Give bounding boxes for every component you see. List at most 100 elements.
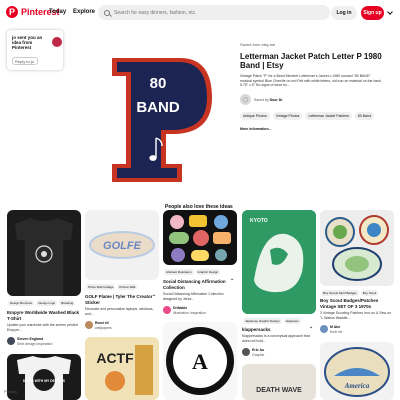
tag-chip[interactable]: Abstract Illustration — [164, 269, 194, 275]
pin-card: KYOTO Japanese Graphic Design Japanese ⌄… — [242, 210, 316, 400]
tag-chip[interactable]: Photo Wall Collage — [86, 284, 116, 290]
avatar[interactable] — [320, 325, 328, 333]
golf-sticker-image: GOLFE — [89, 231, 155, 259]
tag-chip[interactable]: Boy Scouts Merit Badges — [321, 290, 359, 296]
privacy-link[interactable]: Privacy — [4, 389, 17, 394]
patch-letter-p-image: 80 BAND — [112, 58, 212, 182]
nav-explore[interactable]: Explore — [73, 9, 95, 15]
pin-image[interactable] — [163, 210, 237, 265]
patch-line2: BAND — [136, 99, 179, 116]
tag-chip[interactable]: Boy Scout — [360, 290, 379, 296]
kyoto-poster-image: KYOTO — [242, 210, 316, 314]
pin-title[interactable]: GOLF Flame | Tyler The Creator Sticker — [85, 294, 155, 305]
pin-description: Vintage Patch "P" for a Band Member Lett… — [240, 74, 382, 87]
pin-image[interactable]: GOLFE — [85, 210, 159, 280]
signup-button[interactable]: Sign up — [361, 6, 384, 20]
reply-button[interactable]: Reply to jo — [12, 57, 38, 65]
author-board: Graphic — [252, 353, 265, 357]
author-name[interactable]: Eric Au — [252, 348, 264, 352]
america-patch-image: America — [324, 347, 390, 397]
ace-card-patch-image: A — [166, 327, 234, 395]
more-information-link[interactable]: More information... — [240, 127, 272, 131]
pin-image[interactable]: 80 BAND — [100, 40, 224, 190]
sticker-text: GOLFE — [103, 240, 142, 252]
author-name[interactable]: Romi ell — [95, 321, 109, 325]
author-board: Illustration Inspiration — [173, 311, 207, 315]
tag-chip[interactable]: Branding — [59, 300, 76, 306]
tag-chip[interactable]: Vintage Photos — [272, 112, 303, 120]
tag-chip[interactable]: Picture Wall — [117, 284, 138, 290]
toast-text: jo sent you an idea from Pinterest — [12, 35, 43, 50]
patch-line1: 80 — [150, 75, 167, 92]
pin-description: Decorate and personalize laptops, window… — [85, 307, 154, 316]
tag-list: Antique Photos Vintage Photos Letterman … — [240, 112, 374, 120]
avatar: ◯ — [240, 94, 251, 105]
pin-title: Letterman Jacket Patch Letter P 1980 Ban… — [240, 52, 382, 70]
pin-image[interactable] — [7, 210, 81, 296]
pin-image[interactable]: DEATH WAVE — [242, 364, 316, 400]
pin-image[interactable] — [320, 210, 394, 286]
pin-title[interactable]: klappersacks — [242, 327, 312, 333]
death-wave-poster-image: DEATH WAVE — [256, 387, 302, 394]
chip-row: Photo Wall Collage Picture Wall — [86, 284, 138, 290]
tag-chip[interactable]: 80 Band — [354, 112, 374, 120]
chip-row: Abstract Illustration Graphic Design — [164, 269, 221, 275]
pin-image[interactable]: DOWN WITH MY DEMONS — [7, 354, 81, 400]
author-board: wallpapers — [95, 326, 112, 330]
tag-chip[interactable]: Letterman Jacket Patches — [305, 112, 352, 120]
pin-image[interactable]: America — [320, 342, 394, 400]
login-button[interactable]: Log in — [331, 6, 357, 20]
pin-card: Boy Scouts Merit Badges Boy Scout Boy Sc… — [320, 210, 394, 400]
pin-title[interactable]: Social Distancing Affirmation Collection — [163, 279, 233, 290]
tshirt-image — [15, 218, 73, 296]
pin-card: Abstract Illustration Graphic Design ⌄ S… — [163, 210, 237, 400]
pin-card: GOLFE Photo Wall Collage Picture Wall ⌄ … — [85, 210, 159, 400]
pin-image[interactable]: ACTF — [85, 337, 159, 400]
tag-chip[interactable]: Japanese Graphic Design — [243, 318, 282, 324]
chip-row: Design Brochure Design Logo Branding — [8, 300, 76, 306]
poster-text: DEATH WAVE — [256, 387, 302, 394]
message-toast[interactable]: jo sent you an idea from Pinterest Reply… — [7, 30, 63, 70]
avatar[interactable] — [85, 321, 93, 329]
chip-row: Boy Scouts Merit Badges Boy Scout — [321, 290, 379, 296]
pin-description: Klappersacks is a conceptual approach th… — [242, 334, 310, 343]
pin-source[interactable]: Saved from etsy.me — [240, 42, 275, 47]
saved-by-prefix: Saved by — [254, 97, 269, 102]
pin-title[interactable]: Boy Scout Badges/Patches Vintage SET OF … — [320, 298, 392, 309]
card-letter: A — [192, 349, 208, 374]
author-board: Emb ref — [330, 330, 343, 334]
search-icon — [104, 9, 110, 16]
author-name[interactable]: M Abe — [330, 325, 340, 329]
poster-text: ACTF — [96, 350, 134, 366]
author-name[interactable]: Dribbble — [173, 306, 187, 310]
tag-chip[interactable]: Design Brochure — [8, 300, 35, 306]
tshirt-print: DOWN WITH MY DEMONS — [23, 379, 66, 383]
tag-chip[interactable]: Japanese — [283, 318, 301, 324]
tag-chip[interactable]: Graphic Design — [195, 269, 221, 275]
avatar — [52, 37, 62, 47]
pin-description: Social Distancing Affirmation Collection… — [163, 292, 224, 301]
pin-description: 3 Vintage Scouting Patches Iron-on & Sew… — [320, 311, 392, 320]
pin-image[interactable]: A — [163, 322, 237, 400]
top-header: P Pinterest Today Explore Log in Sign up — [0, 0, 400, 26]
tag-chip[interactable]: Design Logo — [36, 300, 58, 306]
tshirt-image: DOWN WITH MY DEMONS — [17, 356, 71, 400]
pin-card: Design Brochure Design Logo Branding Emp… — [7, 210, 81, 400]
tag-chip[interactable]: Antique Photos — [240, 112, 270, 120]
pin-image[interactable]: KYOTO — [242, 210, 316, 314]
chevron-down-icon[interactable] — [387, 9, 393, 15]
chip-row: Japanese Graphic Design Japanese — [243, 318, 301, 324]
pin-title[interactable]: Empyre Worldwide Washed Black T-Shirt — [7, 310, 81, 321]
avatar[interactable] — [242, 348, 250, 356]
avatar[interactable] — [163, 306, 171, 314]
avatar[interactable] — [7, 337, 15, 345]
pinterest-logo-icon: P — [6, 6, 18, 18]
pin-description: Update your wardrobe with the screen pri… — [7, 323, 78, 332]
author-board: Shirt design inspiration — [17, 342, 53, 346]
saved-by[interactable]: ◯ Saved by Door Dr — [240, 94, 283, 105]
search-input[interactable] — [114, 9, 314, 16]
nav-today[interactable]: Today — [49, 9, 66, 15]
search-bar[interactable] — [98, 5, 330, 20]
author-name[interactable]: Steven England — [17, 337, 43, 341]
patch-text: America — [344, 382, 370, 390]
